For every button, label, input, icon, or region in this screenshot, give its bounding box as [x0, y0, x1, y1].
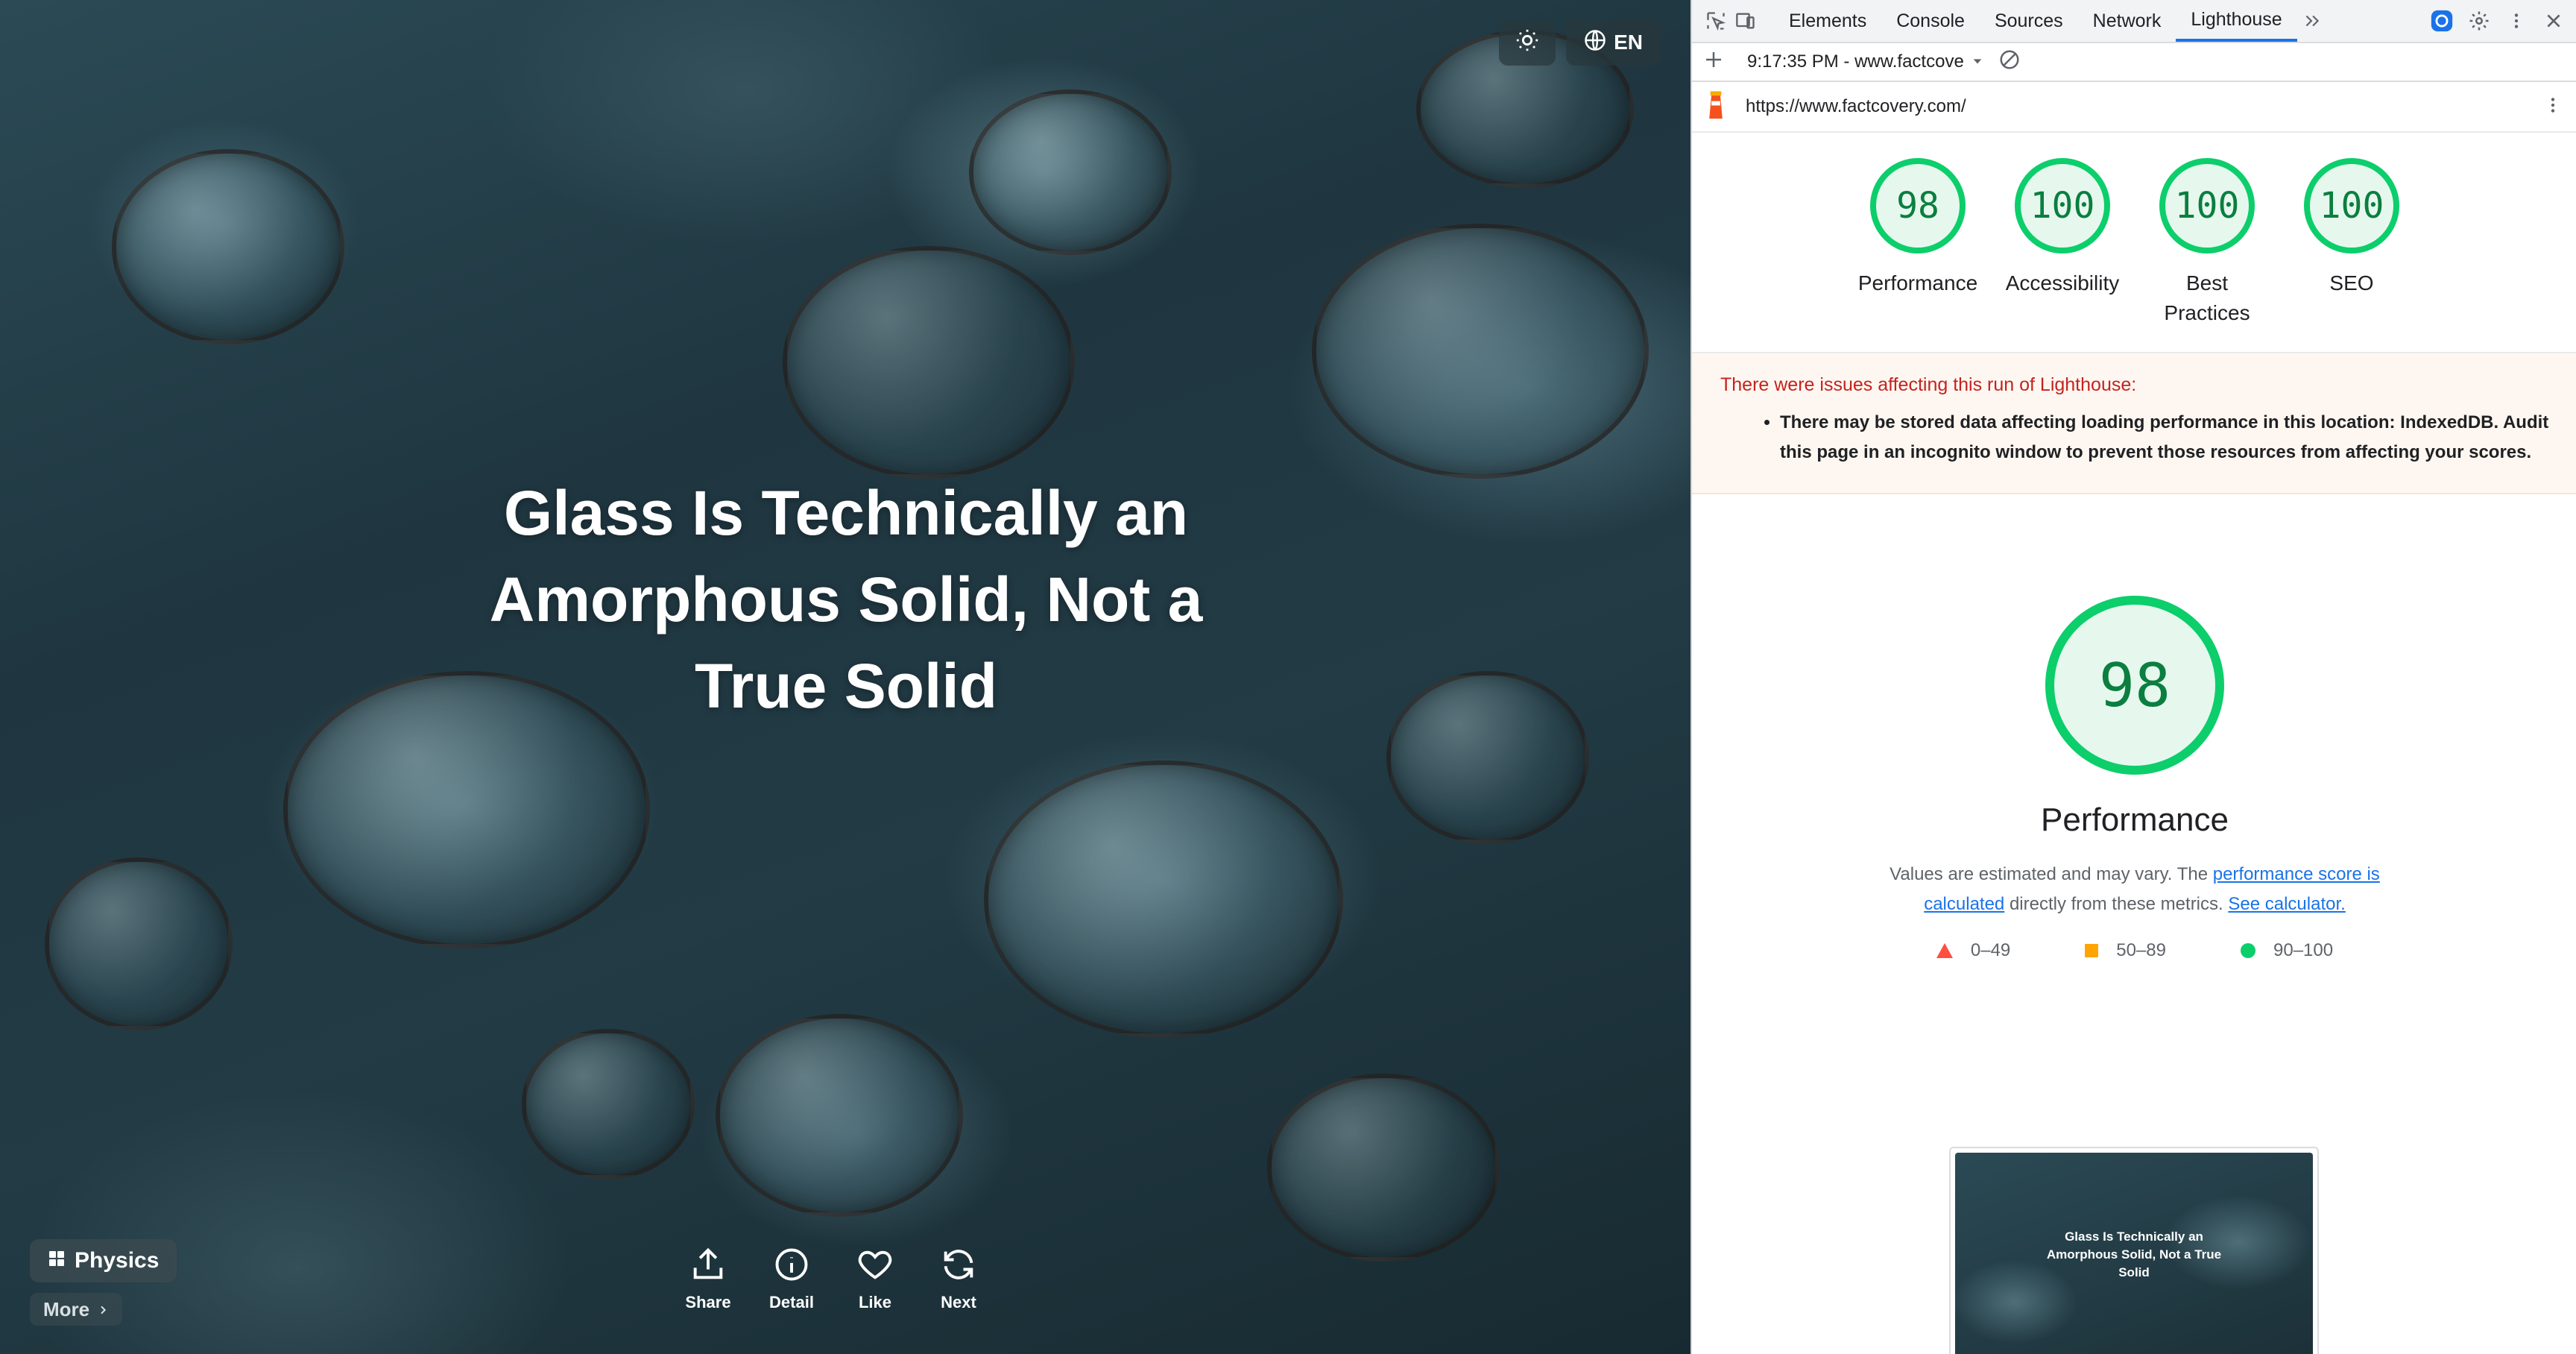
- gauge-seo[interactable]: 100 SEO: [2293, 158, 2411, 352]
- gauge-label: SEO: [2329, 271, 2374, 295]
- bubble: [45, 857, 233, 1030]
- close-icon[interactable]: [2539, 6, 2569, 36]
- gauge-accessibility[interactable]: 100 Accessibility: [2004, 158, 2121, 352]
- kebab-menu-icon[interactable]: [2543, 95, 2563, 120]
- bubble: [783, 246, 1075, 479]
- run-warning: There were issues affecting this run of …: [1692, 353, 2576, 494]
- performance-gauge: 98: [2045, 596, 2224, 775]
- warning-list: There may be stored data affecting loadi…: [1720, 408, 2551, 467]
- report-selector-label: 9:17:35 PM - www.factcove: [1747, 51, 1964, 72]
- legend-fail: 0–49: [1936, 940, 2010, 961]
- triangle-icon: [1936, 943, 1953, 958]
- performance-title: Performance: [2041, 802, 2229, 838]
- globe-icon: [1584, 29, 1606, 57]
- bubble: [112, 149, 344, 344]
- desc-text: Values are estimated and may vary. The: [1890, 864, 2213, 884]
- circle-icon: [2241, 943, 2256, 958]
- tab-lighthouse[interactable]: Lighthouse: [2176, 0, 2297, 42]
- gauge-best-practices[interactable]: 100 Best Practices: [2148, 158, 2266, 352]
- bubble: [1312, 224, 1649, 479]
- gear-icon[interactable]: [2464, 6, 2494, 36]
- device-toolbar-icon[interactable]: [1731, 6, 1761, 36]
- gauge-score: 98: [1870, 158, 1966, 254]
- share-label: Share: [685, 1293, 731, 1312]
- language-button[interactable]: EN: [1566, 19, 1661, 66]
- legend-pass: 90–100: [2241, 940, 2333, 961]
- share-button[interactable]: Share: [678, 1245, 738, 1312]
- desc-text: directly from these metrics.: [2004, 894, 2229, 914]
- legend-range: 50–89: [2116, 940, 2167, 960]
- next-button[interactable]: Next: [929, 1245, 988, 1312]
- lighthouse-toolbar: 9:17:35 PM - www.factcove: [1692, 43, 2576, 82]
- gauge-label: Best Practices: [2164, 271, 2250, 324]
- lighthouse-logo-icon: [1702, 88, 1729, 126]
- bubble: [1267, 1074, 1500, 1262]
- score-gauges: 98 Performance 100 Accessibility 100 Bes…: [1692, 133, 2576, 353]
- devtools-right-controls: [2427, 6, 2569, 36]
- bubble: [969, 89, 1172, 255]
- detail-label: Detail: [769, 1293, 814, 1312]
- kebab-menu-icon[interactable]: [2501, 6, 2531, 36]
- top-controls: EN: [1499, 19, 1661, 66]
- performance-section: 98 Performance Values are estimated and …: [1692, 494, 2576, 961]
- more-tabs-icon[interactable]: [2297, 6, 2327, 36]
- tab-console[interactable]: Console: [1881, 0, 1980, 42]
- category-chip[interactable]: Physics: [30, 1239, 177, 1282]
- fact-page: EN Glass Is Technically an Amorphous Sol…: [0, 0, 1690, 1354]
- warning-item: There may be stored data affecting loadi…: [1780, 408, 2551, 467]
- fact-headline: Glass Is Technically an Amorphous Solid,…: [489, 478, 1203, 721]
- score-legend: 0–49 50–89 90–100: [1936, 940, 2333, 961]
- ai-assistant-icon[interactable]: [2427, 6, 2457, 36]
- gauge-score: 100: [2159, 158, 2255, 254]
- thumbnail-text: Glass Is Technically an Amorphous Solid,…: [1955, 1153, 2313, 1354]
- language-label: EN: [1614, 31, 1643, 54]
- theme-toggle-button[interactable]: [1499, 19, 1556, 66]
- like-label: Like: [858, 1293, 892, 1312]
- next-label: Next: [941, 1293, 976, 1312]
- like-button[interactable]: Like: [845, 1245, 905, 1312]
- gauge-label: Accessibility: [2005, 271, 2120, 295]
- more-button[interactable]: More: [30, 1293, 123, 1326]
- legend-average: 50–89: [2085, 940, 2166, 961]
- more-label: More: [43, 1297, 90, 1320]
- chevron-right-icon: [97, 1298, 109, 1321]
- gauge-label: Performance: [1857, 271, 1978, 295]
- gauge-score: 100: [2304, 158, 2399, 254]
- bubble: [1386, 671, 1589, 844]
- tab-sources[interactable]: Sources: [1980, 0, 2078, 42]
- category-label: Physics: [75, 1248, 160, 1273]
- heart-icon: [856, 1245, 894, 1288]
- square-icon: [2085, 944, 2099, 957]
- grid-icon: [48, 1248, 66, 1273]
- gauge-performance[interactable]: 98 Performance: [1857, 158, 1978, 352]
- devtools-tabbar: Elements Console Sources Network Lightho…: [1692, 0, 2576, 43]
- plus-icon[interactable]: [1702, 48, 1725, 76]
- warning-title: There were issues affecting this run of …: [1720, 374, 2137, 395]
- bubble: [716, 1014, 963, 1217]
- tab-elements[interactable]: Elements: [1774, 0, 1881, 42]
- see-calculator-link[interactable]: See calculator.: [2228, 894, 2345, 914]
- page-screenshot-thumbnail: Glass Is Technically an Amorphous Solid,…: [1949, 1147, 2319, 1354]
- report-selector[interactable]: 9:17:35 PM - www.factcove: [1747, 51, 1983, 72]
- performance-description: Values are estimated and may vary. The p…: [1866, 860, 2403, 919]
- gauge-score: 100: [2015, 158, 2110, 254]
- devtools-panel: Elements Console Sources Network Lightho…: [1690, 0, 2576, 1354]
- audited-url: https://www.factcovery.com/: [1746, 96, 1966, 116]
- bubble: [522, 1029, 695, 1180]
- audited-url-row: https://www.factcovery.com/: [1692, 82, 2576, 133]
- refresh-icon: [939, 1245, 978, 1288]
- share-icon: [689, 1245, 727, 1288]
- clear-icon[interactable]: [1998, 48, 2021, 76]
- bubble: [984, 761, 1343, 1038]
- legend-range: 0–49: [1970, 940, 2011, 960]
- tab-network[interactable]: Network: [2078, 0, 2176, 42]
- legend-range: 90–100: [2273, 940, 2334, 960]
- action-bar: Share Detail Like Next: [678, 1245, 988, 1312]
- inspect-element-icon[interactable]: [1701, 6, 1731, 36]
- sun-icon: [1515, 28, 1540, 58]
- caret-down-icon: [1972, 51, 1983, 72]
- detail-button[interactable]: Detail: [762, 1245, 821, 1312]
- info-icon: [772, 1245, 811, 1288]
